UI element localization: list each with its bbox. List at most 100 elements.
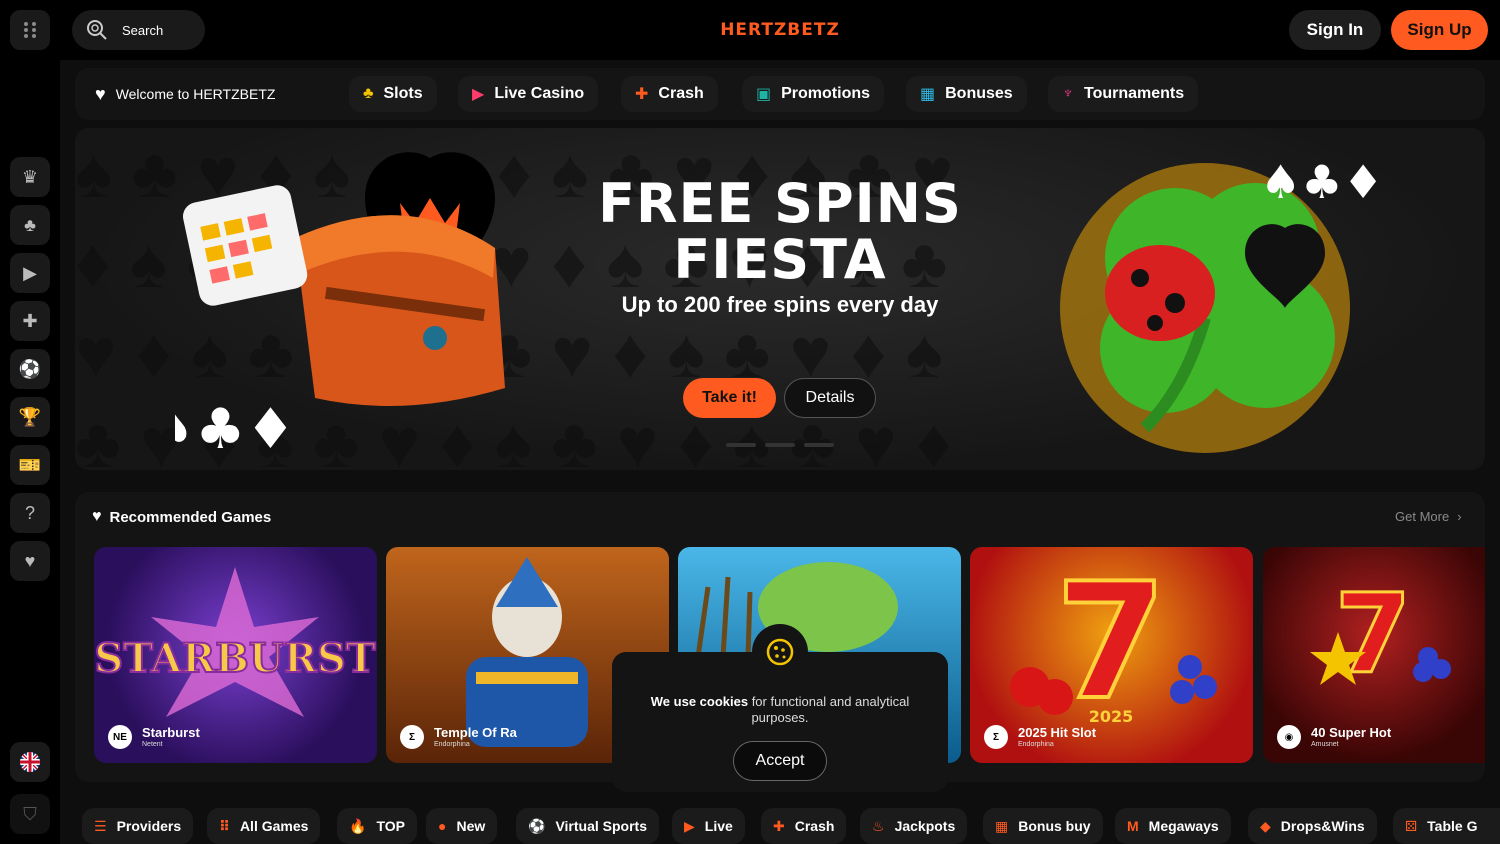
sidebar-item-promotions[interactable]: 🎫 — [10, 445, 50, 485]
sidebar-item-sports[interactable]: ⚽ — [10, 349, 50, 389]
play-screen-icon: ▶ — [472, 86, 485, 103]
cherries-icon: ♣ — [363, 85, 374, 102]
heart-icon: ♥ — [92, 508, 102, 525]
soccer-ball-icon: ⚽ — [528, 817, 546, 834]
carousel-dot[interactable] — [765, 443, 795, 447]
carousel-dot[interactable] — [726, 443, 756, 447]
game-provider: Amusnet — [1311, 740, 1339, 748]
gift-box-icon: ▦ — [920, 86, 936, 103]
svg-text:♠♣♦: ♠♣♦ — [175, 397, 296, 448]
uk-flag-icon — [20, 752, 40, 772]
hero-banner: ♠ ♣ ♥ ♦ ♠ ♣ ♥ ♦ ♠ ♣ ♥ ♦ ♠ ♣ ♥ ♦ ♠ ♣ ♥ ♦ ♠… — [75, 128, 1485, 470]
sign-in-button[interactable]: Sign In — [1289, 10, 1381, 50]
category-label: New — [456, 818, 486, 834]
category-label: Live — [704, 818, 733, 834]
nav-slots[interactable]: ♣ Slots — [349, 76, 437, 112]
heart-icon: ♥ — [24, 550, 36, 571]
category-jackpots[interactable]: ♨ Jackpots — [860, 808, 968, 844]
game-name: Temple Of Ra — [434, 724, 517, 740]
category-crash[interactable]: ✚ Crash — [761, 808, 847, 844]
provider-badge: NE — [108, 725, 132, 749]
nav-bonuses[interactable]: ▦ Bonuses — [906, 76, 1027, 112]
category-label: Crash — [794, 818, 835, 834]
game-card-2025-hit-slot[interactable]: 7 2025 Σ 2025 Hit Slot Endorphina — [970, 547, 1253, 763]
search-label: Search — [122, 22, 164, 38]
category-all-games[interactable]: ⠿ All Games — [207, 808, 321, 844]
sidebar-item-live-casino[interactable]: ▶ — [10, 253, 50, 293]
nav-tournaments[interactable]: ♆ Tournaments — [1048, 76, 1199, 112]
category-label: Bonus buy — [1018, 818, 1091, 834]
grid-dots-icon — [24, 22, 36, 38]
category-table-games[interactable]: ⚄ Table G — [1393, 808, 1500, 844]
carousel-dot[interactable] — [804, 443, 834, 447]
sidebar-item-favorites[interactable]: ♥ — [10, 541, 50, 581]
game-card-40-super-hot[interactable]: 7 ◉ 40 Super Hot Amusnet — [1263, 547, 1485, 763]
sidebar-item-slots[interactable]: ♣ — [10, 205, 50, 245]
soccer-ball-icon: ⚽ — [18, 358, 42, 379]
section-title: Recommended Games — [109, 508, 272, 526]
category-top[interactable]: 🔥 TOP — [337, 808, 417, 844]
sidebar-item-tournaments[interactable]: 🏆 — [10, 397, 50, 437]
provider-badge: ◉ — [1277, 725, 1301, 749]
hero-title-line2: FIESTA — [673, 228, 887, 291]
get-more-label: Get More — [1395, 509, 1450, 524]
game-card-starburst[interactable]: STARBURST NE Starburst Netent — [94, 547, 377, 763]
sign-up-button[interactable]: Sign Up — [1391, 10, 1488, 50]
take-it-button[interactable]: Take it! — [683, 378, 776, 418]
game-name: 2025 Hit Slot — [1018, 724, 1097, 740]
grid-icon: ⠿ — [219, 817, 230, 834]
svg-text:♠♣♦: ♠♣♦ — [1260, 155, 1384, 209]
category-live[interactable]: ▶ Live — [672, 808, 745, 844]
language-selector[interactable] — [10, 742, 50, 782]
category-label: TOP — [376, 818, 405, 834]
nav-label: Bonuses — [945, 85, 1013, 102]
category-label: Drops&Wins — [1280, 818, 1365, 834]
hero-title-line1: FREE SPINS — [598, 172, 962, 235]
security-button[interactable]: ⛉ — [10, 794, 50, 834]
sidebar-item-help[interactable]: ? — [10, 493, 50, 533]
sidebar-item-vip[interactable]: ♛ — [10, 157, 50, 197]
accept-cookies-button[interactable]: Accept — [733, 741, 827, 781]
svg-text:7: 7 — [1335, 570, 1412, 698]
trophy-icon: ♆ — [1062, 85, 1074, 102]
nav-promotions[interactable]: ▣ Promotions — [742, 76, 885, 112]
details-button[interactable]: Details — [784, 378, 876, 418]
sidebar-item-crash[interactable]: ✚ — [10, 301, 50, 341]
lucky-clover-illustration: ♠♣♦ — [1060, 155, 1384, 453]
game-name: Starburst — [142, 724, 200, 740]
apps-grid-button[interactable] — [10, 10, 50, 50]
drops-wins-icon: ◆ — [1260, 817, 1271, 834]
card-info: Σ 2025 Hit Slot Endorphina — [984, 725, 1096, 749]
nav-label: Promotions — [781, 85, 871, 102]
welcome-text: Welcome to HERTZBETZ — [115, 86, 276, 102]
play-screen-icon: ▶ — [23, 262, 37, 283]
dice-icon: ⚄ — [1405, 817, 1418, 834]
category-megaways[interactable]: M Megaways — [1115, 808, 1231, 844]
search-button[interactable]: Search — [72, 10, 205, 50]
category-label: All Games — [239, 818, 309, 834]
megaways-icon: M — [1127, 818, 1139, 834]
category-bonus-buy[interactable]: ▦ Bonus buy — [983, 808, 1103, 844]
hero-subtitle: Up to 200 free spins every day — [621, 292, 939, 317]
brand-logo[interactable]: HERTZBETZ — [700, 18, 860, 42]
category-providers[interactable]: ☰ Providers — [82, 808, 194, 844]
game-provider: Netent — [142, 740, 163, 748]
ticket-icon: ▣ — [756, 86, 772, 103]
category-drops-wins[interactable]: ◆ Drops&Wins — [1248, 808, 1377, 844]
provider-badge: Σ — [984, 725, 1008, 749]
nav-live-casino[interactable]: ▶ Live Casino — [458, 76, 599, 112]
recommended-header: ♥ Recommended Games — [92, 508, 271, 526]
nav-label: Slots — [383, 85, 423, 102]
play-screen-icon: ▶ — [684, 817, 695, 834]
cherries-icon: ♣ — [24, 214, 36, 235]
category-label: Jackpots — [894, 818, 956, 834]
help-icon: ? — [24, 502, 35, 523]
heart-icon: ♥ — [95, 83, 106, 104]
nav-crash[interactable]: ✚ Crash — [621, 76, 718, 112]
flame-icon: ♨ — [872, 817, 885, 834]
get-more-link[interactable]: Get More › — [1395, 509, 1462, 524]
category-new[interactable]: ● New — [426, 808, 498, 844]
game-provider: Endorphina — [434, 740, 470, 748]
new-badge-icon: ● — [438, 818, 447, 834]
category-virtual-sports[interactable]: ⚽ Virtual Sports — [516, 808, 659, 844]
